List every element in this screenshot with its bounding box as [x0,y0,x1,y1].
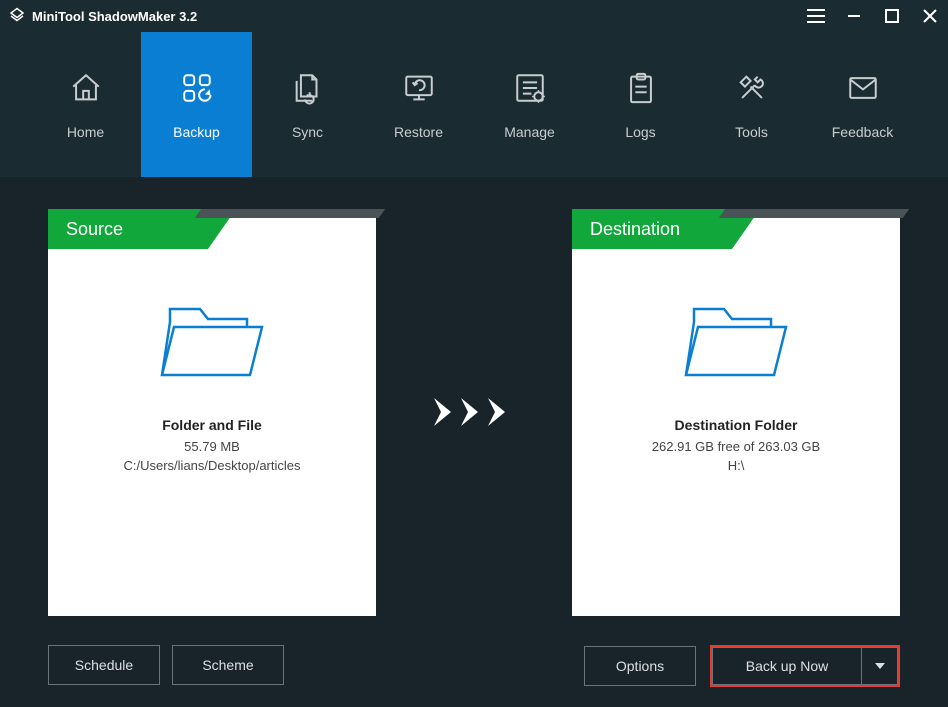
nav-backup[interactable]: Backup [141,32,252,177]
manage-icon [512,70,548,106]
destination-path: H:\ [728,458,745,473]
nav-backup-label: Backup [173,124,220,140]
schedule-button[interactable]: Schedule [48,645,160,685]
footer-buttons: Schedule Scheme Options Back up Now [48,645,900,687]
source-card[interactable]: Source Folder and File 55.79 MB C:/Users… [48,209,376,616]
source-header-label: Source [48,209,376,249]
source-card-body: Folder and File 55.79 MB C:/Users/lians/… [48,249,376,477]
nav-sync[interactable]: Sync [252,32,363,177]
sync-icon [290,70,326,106]
main-nav: Home Backup Sync [0,32,948,177]
backup-dropdown-button[interactable] [862,647,898,685]
destination-space: 262.91 GB free of 263.03 GB [652,439,820,454]
options-button[interactable]: Options [584,646,696,686]
nav-tools[interactable]: Tools [696,32,807,177]
nav-manage[interactable]: Manage [474,32,585,177]
nav-feedback-label: Feedback [832,124,893,140]
cards-row: Source Folder and File 55.79 MB C:/Users… [48,207,900,617]
nav-sync-label: Sync [292,124,323,140]
backup-now-button[interactable]: Back up Now [712,647,862,685]
maximize-button[interactable] [882,6,902,26]
home-icon [68,70,104,106]
nav-tools-label: Tools [735,124,768,140]
destination-card-header: Destination [572,209,900,249]
restore-icon [401,70,437,106]
nav-restore[interactable]: Restore [363,32,474,177]
nav-logs-label: Logs [625,124,655,140]
minimize-button[interactable] [844,6,864,26]
tools-icon [734,70,770,106]
arrows-icon [429,394,519,430]
source-size: 55.79 MB [184,439,240,454]
content-area: Source Folder and File 55.79 MB C:/Users… [0,177,948,707]
nav-feedback[interactable]: Feedback [807,32,918,177]
folder-icon [676,297,796,387]
source-card-header: Source [48,209,376,249]
footer-left: Schedule Scheme [48,645,284,687]
destination-card[interactable]: Destination Destination Folder 262.91 GB… [572,209,900,616]
window-controls [806,6,940,26]
app-title: MiniTool ShadowMaker 3.2 [32,9,806,24]
backup-now-group: Back up Now [710,645,900,687]
feedback-icon [845,70,881,106]
folder-icon [152,297,272,387]
backup-icon [179,70,215,106]
app-logo-icon [8,7,26,25]
scheme-button[interactable]: Scheme [172,645,284,685]
footer-right: Options Back up Now [584,645,900,687]
nav-restore-label: Restore [394,124,443,140]
nav-home[interactable]: Home [30,32,141,177]
source-path: C:/Users/lians/Desktop/articles [124,458,301,473]
logs-icon [623,70,659,106]
destination-header-label: Destination [572,209,900,249]
source-title: Folder and File [162,417,262,433]
destination-card-body: Destination Folder 262.91 GB free of 263… [572,249,900,477]
menu-icon[interactable] [806,6,826,26]
titlebar: MiniTool ShadowMaker 3.2 [0,0,948,32]
nav-logs[interactable]: Logs [585,32,696,177]
close-button[interactable] [920,6,940,26]
nav-manage-label: Manage [504,124,555,140]
destination-title: Destination Folder [675,417,798,433]
nav-home-label: Home [67,124,104,140]
